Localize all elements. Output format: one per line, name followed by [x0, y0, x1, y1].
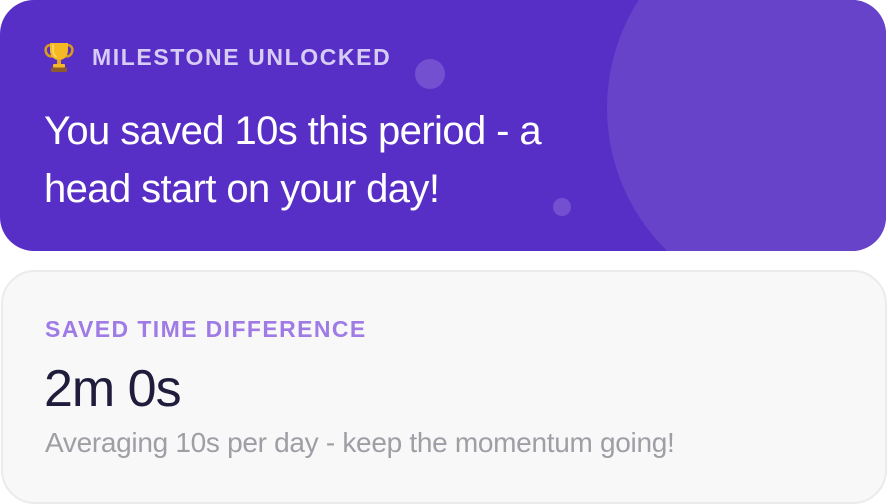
page: MILESTONE UNLOCKED You saved 10s this pe… — [0, 0, 888, 504]
milestone-label: MILESTONE UNLOCKED — [92, 44, 392, 70]
saved-time-value: 2m 0s — [44, 360, 182, 418]
saved-time-card: SAVED TIME DIFFERENCE 2m 0s Averaging 10… — [1, 270, 887, 504]
saved-time-label: SAVED TIME DIFFERENCE — [45, 316, 367, 342]
decorative-circle-large — [607, 0, 886, 251]
milestone-banner: MILESTONE UNLOCKED You saved 10s this pe… — [0, 0, 886, 251]
decorative-dot — [415, 59, 445, 89]
trophy-icon — [44, 41, 92, 73]
milestone-header: MILESTONE UNLOCKED — [44, 40, 391, 74]
saved-time-subtitle: Averaging 10s per day - keep the momentu… — [45, 427, 675, 458]
milestone-message: You saved 10s this period - a head start… — [44, 109, 542, 211]
